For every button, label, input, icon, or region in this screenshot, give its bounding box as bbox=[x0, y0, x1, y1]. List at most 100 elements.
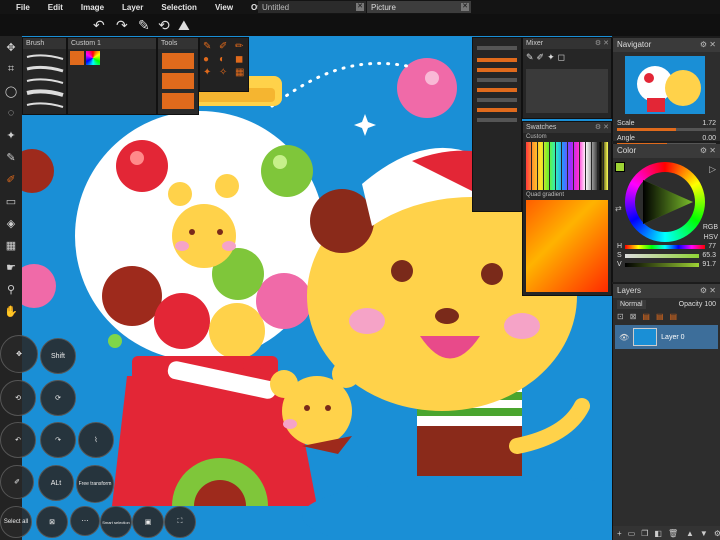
zoom-icon[interactable]: ⚲ bbox=[0, 278, 22, 300]
quad-gradient[interactable] bbox=[526, 200, 608, 292]
layer-preset-icon[interactable]: ▤ bbox=[656, 312, 664, 321]
brush-setting-slider[interactable] bbox=[477, 46, 517, 50]
preset-item[interactable] bbox=[162, 93, 194, 109]
star-icon[interactable]: ✦ bbox=[203, 67, 217, 78]
saturation-triangle[interactable] bbox=[639, 178, 695, 226]
menu-layer[interactable]: Layer bbox=[122, 3, 143, 12]
mixer-brush-icon[interactable]: ✎ bbox=[526, 52, 534, 63]
brush-strokes-preview[interactable] bbox=[23, 49, 66, 113]
close-icon[interactable]: ✕ bbox=[461, 3, 469, 11]
brush-setting-slider[interactable] bbox=[477, 68, 517, 72]
navigator-preview[interactable] bbox=[625, 56, 705, 114]
stamp-icon[interactable]: ◼ bbox=[235, 54, 249, 65]
v-value[interactable]: 91.7 bbox=[702, 261, 716, 268]
menu-edit[interactable]: Edit bbox=[48, 3, 63, 12]
redo-button[interactable]: ↷ bbox=[40, 422, 76, 458]
move-down-icon[interactable]: ▼ bbox=[700, 529, 708, 538]
duplicate-icon[interactable]: ❐ bbox=[641, 529, 648, 538]
move-up-icon[interactable]: ▲ bbox=[686, 529, 694, 538]
perspective-icon[interactable]: ⛰ bbox=[178, 16, 190, 34]
mixer-clear-icon[interactable]: ◻ bbox=[558, 52, 565, 63]
rotate-left-button[interactable]: ⟲ bbox=[0, 380, 36, 416]
eyedropper-icon[interactable]: ✎ bbox=[0, 146, 22, 168]
custom-color-swatch[interactable] bbox=[86, 51, 100, 65]
menu-image[interactable]: Image bbox=[81, 3, 104, 12]
layer-preset-icon[interactable]: ▤ bbox=[642, 312, 650, 321]
opacity-value[interactable]: 100 bbox=[704, 301, 716, 308]
preset-item[interactable] bbox=[162, 53, 194, 69]
airbrush-icon[interactable]: ✐ bbox=[219, 41, 233, 52]
magic-wand-icon[interactable]: ✦ bbox=[0, 124, 22, 146]
mode-rgb[interactable]: RGB bbox=[703, 224, 718, 231]
deselect-button[interactable]: ⊠ bbox=[36, 506, 68, 538]
undo-button[interactable]: ↶ bbox=[0, 422, 36, 458]
lasso-icon[interactable]: ◌ bbox=[0, 102, 22, 124]
preset-item[interactable] bbox=[162, 73, 194, 89]
mixer-dropper-icon[interactable]: ✐ bbox=[537, 52, 545, 63]
blend-mode-select[interactable]: Normal bbox=[617, 299, 646, 309]
shift-button[interactable]: Shift bbox=[40, 338, 76, 374]
mask-icon[interactable]: ◧ bbox=[654, 529, 662, 538]
brush-icon[interactable]: ✎ bbox=[203, 41, 217, 52]
eyedropper-button[interactable]: ✐ bbox=[0, 465, 34, 499]
curve-button[interactable]: ⌇ bbox=[78, 422, 114, 458]
crop-icon[interactable]: ⌗ bbox=[0, 58, 22, 80]
frame-button[interactable]: ▣ bbox=[132, 506, 164, 538]
new-layer-icon[interactable]: + bbox=[617, 529, 622, 538]
menu-view[interactable]: View bbox=[215, 3, 233, 12]
panel-menu-icon[interactable]: ⚙ ✕ bbox=[700, 38, 716, 52]
folder-icon[interactable]: ▭ bbox=[628, 529, 636, 538]
layer-menu-icon[interactable]: ⚙ bbox=[714, 529, 720, 538]
hand-icon[interactable]: ✋ bbox=[0, 300, 22, 322]
menu-selection[interactable]: Selection bbox=[161, 3, 197, 12]
panel-menu-icon[interactable]: ⚙ ✕ bbox=[595, 38, 609, 49]
mixer-blend-icon[interactable]: ✦ bbox=[547, 52, 555, 63]
mode-hsv[interactable]: HSV bbox=[704, 234, 718, 241]
brush-setting-slider[interactable] bbox=[477, 108, 517, 112]
gradient-icon[interactable]: ▦ bbox=[0, 234, 22, 256]
panel-menu-icon[interactable]: ⚙ ✕ bbox=[595, 122, 609, 133]
panel-menu-icon[interactable]: ⚙ ✕ bbox=[700, 284, 716, 298]
brush-icon[interactable]: ✎ bbox=[138, 16, 150, 34]
h-value[interactable]: 77 bbox=[708, 243, 716, 250]
redo-icon[interactable]: ↷ bbox=[116, 16, 128, 34]
tab-untitled[interactable]: Untitled ✕ bbox=[258, 1, 366, 13]
menu-file[interactable]: File bbox=[16, 3, 30, 12]
alt-button[interactable]: ALt bbox=[38, 465, 74, 501]
brush-setting-slider[interactable] bbox=[477, 98, 517, 102]
swatch-grid[interactable] bbox=[526, 142, 608, 190]
smudge-icon[interactable]: ◐ bbox=[219, 54, 233, 65]
v-slider[interactable] bbox=[624, 262, 700, 267]
lock-alpha-icon[interactable]: ⊠ bbox=[630, 312, 637, 321]
lock-icon[interactable]: ⊡ bbox=[617, 312, 624, 321]
brush-setting-slider[interactable] bbox=[477, 58, 517, 62]
swap-icon[interactable]: ⇄ bbox=[615, 204, 622, 213]
pencil-icon[interactable]: ✏ bbox=[235, 41, 249, 52]
visibility-icon[interactable]: 👁 bbox=[619, 333, 629, 342]
fill-icon[interactable]: ◈ bbox=[0, 212, 22, 234]
select-all-button[interactable]: Select all bbox=[0, 506, 32, 538]
symmetry-icon[interactable]: ⟲ bbox=[158, 16, 170, 34]
pattern-icon[interactable]: ▦ bbox=[235, 67, 249, 78]
smudge-icon[interactable]: ☛ bbox=[0, 256, 22, 278]
pan-button[interactable]: ✥ bbox=[0, 335, 38, 373]
eraser-icon[interactable]: ▭ bbox=[0, 190, 22, 212]
tab-picture[interactable]: Picture ✕ bbox=[367, 1, 471, 13]
s-value[interactable]: 65.3 bbox=[702, 252, 716, 259]
move-icon[interactable]: ✥ bbox=[0, 36, 22, 58]
brush-setting-slider[interactable] bbox=[477, 88, 517, 92]
rotate-right-button[interactable]: ⟳ bbox=[40, 380, 76, 416]
s-slider[interactable] bbox=[624, 253, 700, 258]
brush-tool-icon[interactable]: ✐ bbox=[0, 168, 22, 190]
ellipse-select-icon[interactable]: ◯ bbox=[0, 80, 22, 102]
invert-selection-button[interactable]: ⋯ bbox=[70, 506, 100, 536]
fit-button[interactable]: ⛶ bbox=[164, 506, 196, 538]
layer-row[interactable]: 👁 Layer 0 bbox=[615, 325, 718, 349]
delete-icon[interactable]: 🗑 bbox=[668, 529, 678, 538]
brush-setting-slider[interactable] bbox=[477, 78, 517, 82]
undo-icon[interactable]: ↶ bbox=[93, 16, 105, 34]
mixer-canvas[interactable] bbox=[526, 69, 608, 113]
free-transform-button[interactable]: Free transform bbox=[76, 465, 114, 503]
blur-icon[interactable]: ● bbox=[203, 54, 217, 65]
smart-selection-button[interactable]: Smart selection bbox=[100, 506, 132, 538]
